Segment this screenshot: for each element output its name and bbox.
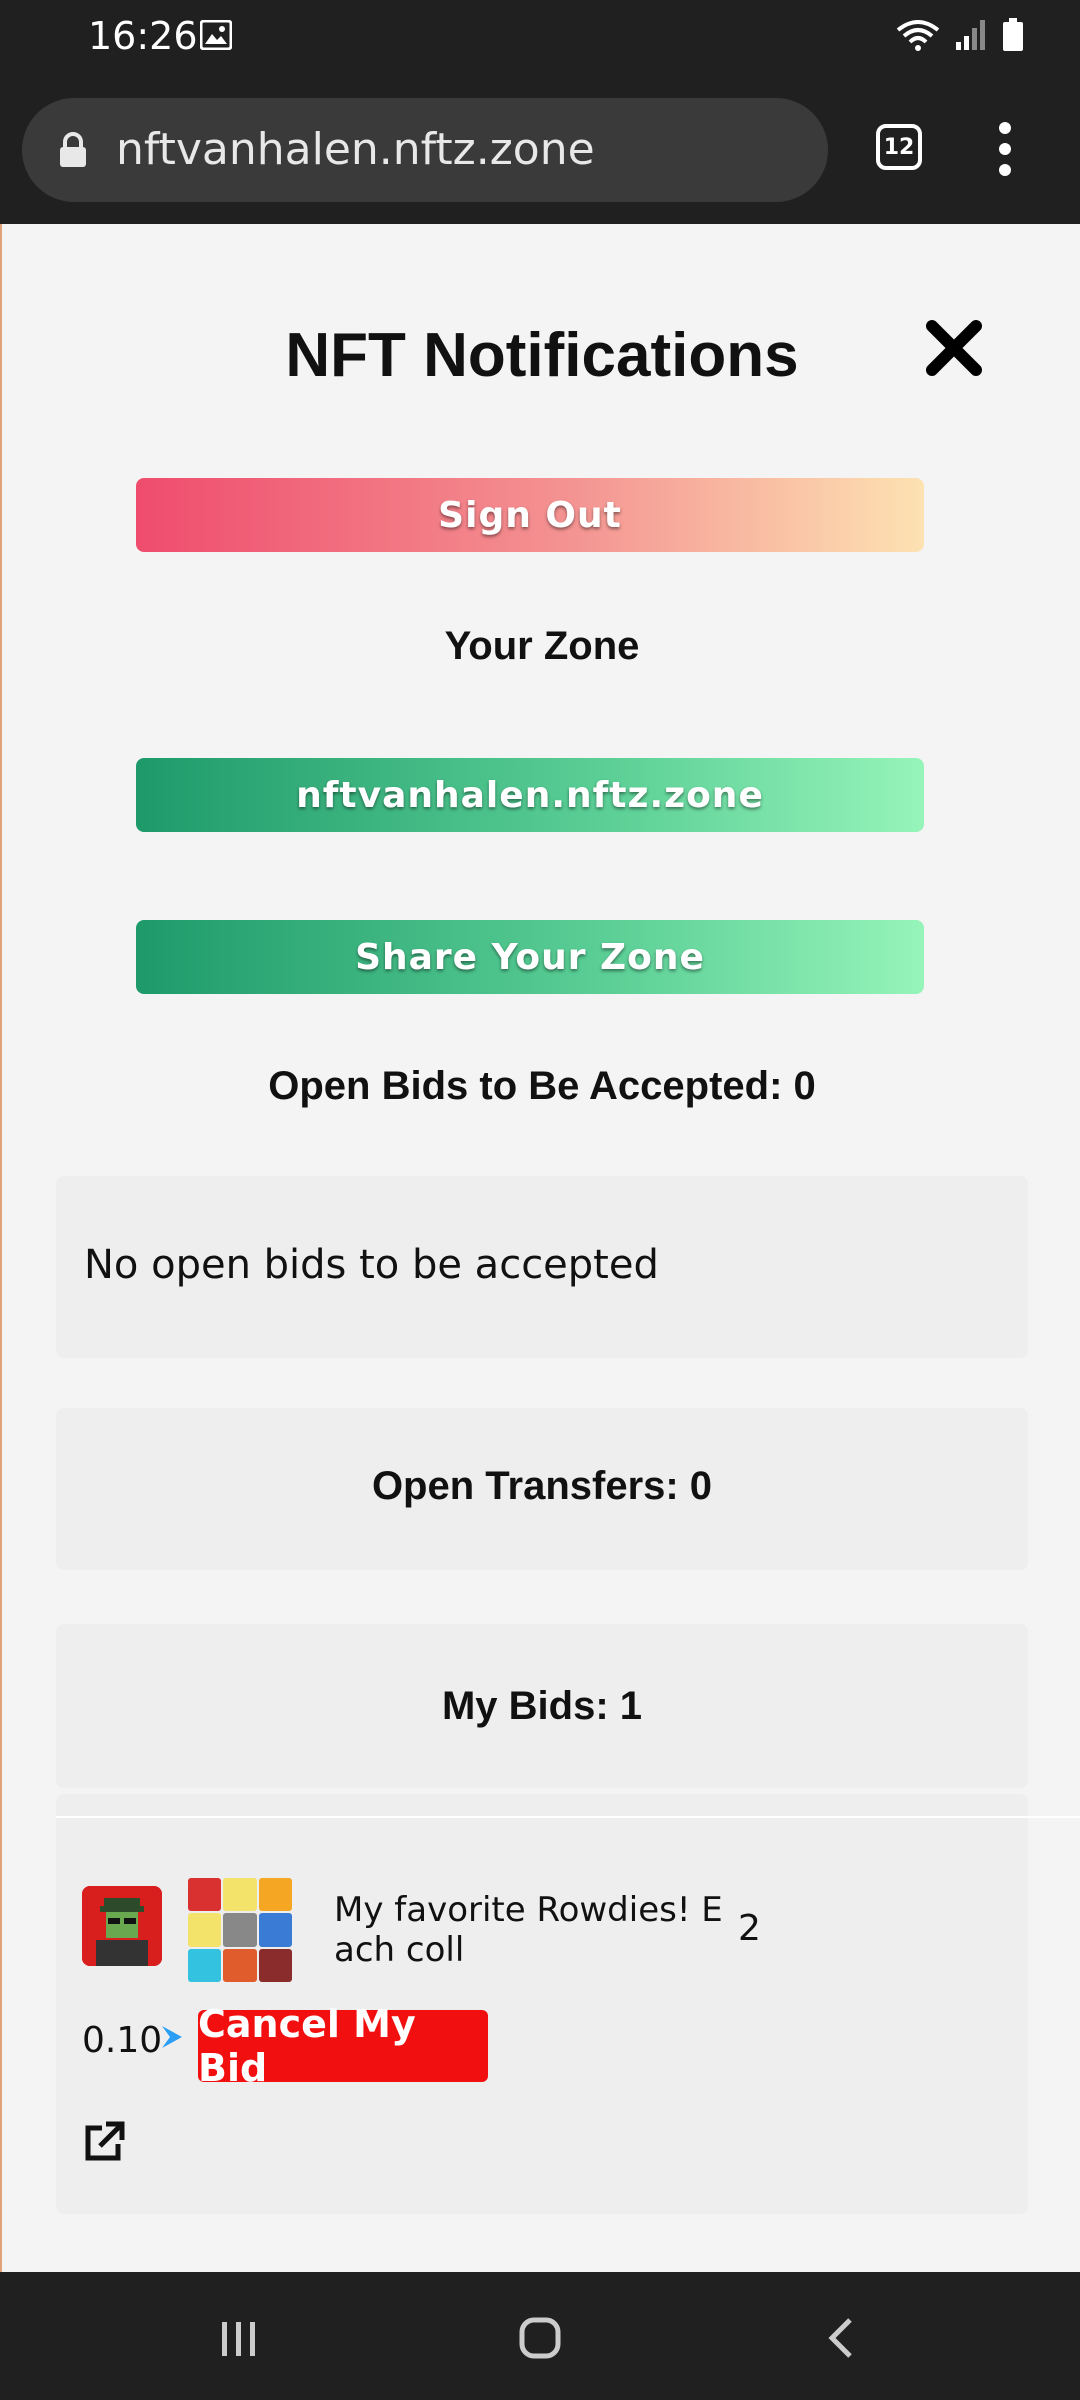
status-bar: 16:26 [0, 0, 1080, 80]
address-bar[interactable]: nftvanhalen.nftz.zone [22, 98, 828, 202]
wifi-icon [896, 20, 940, 51]
url-text[interactable]: nftvanhalen.nftz.zone [116, 124, 595, 175]
bid-price: 0.10 [82, 2020, 163, 2061]
bid-count: 2 [738, 1908, 761, 1949]
nft-avatar[interactable] [82, 1886, 162, 1966]
battery-icon [1003, 18, 1023, 51]
gallery-icon [200, 20, 232, 50]
status-time: 16:26 [88, 14, 198, 58]
external-link-icon[interactable] [82, 2120, 126, 2164]
back-icon[interactable] [812, 2308, 872, 2368]
your-zone-heading: Your Zone [444, 624, 640, 668]
share-zone-button[interactable]: Share Your Zone [136, 920, 924, 994]
recents-icon[interactable] [208, 2308, 268, 2368]
notifications-page: NFT Notifications Sign Out Your Zone nft… [0, 224, 1080, 2272]
lock-icon [60, 132, 86, 167]
my-bids-panel: My Bids: 1 [56, 1624, 1028, 1788]
zone-link-button[interactable]: nftvanhalen.nftz.zone [136, 758, 924, 832]
open-transfers-heading: Open Transfers: 0 [371, 1464, 713, 1508]
page-title: NFT Notifications [285, 321, 799, 390]
browser-toolbar: nftvanhalen.nftz.zone 12 [0, 80, 1080, 224]
eth-icon [162, 2026, 182, 2048]
system-nav-bar [0, 2272, 1080, 2400]
open-bids-panel: No open bids to be accepted [56, 1176, 1028, 1358]
signal-icon [956, 20, 985, 50]
close-icon[interactable] [922, 316, 986, 380]
divider [56, 1816, 1080, 1818]
sign-out-button[interactable]: Sign Out [136, 478, 924, 552]
bid-description: My favorite Rowdies! Each coll [334, 1890, 723, 1970]
collection-thumbnail[interactable] [188, 1878, 292, 1982]
cancel-bid-button[interactable]: Cancel My Bid [198, 2002, 488, 2090]
home-icon[interactable] [510, 2308, 570, 2368]
more-vert-icon[interactable] [990, 122, 1020, 182]
open-transfers-panel: Open Transfers: 0 [56, 1408, 1028, 1570]
my-bids-heading: My Bids: 1 [441, 1684, 643, 1728]
open-bids-heading: Open Bids to Be Accepted: 0 [268, 1064, 816, 1108]
no-open-bids-text: No open bids to be accepted [84, 1242, 659, 1288]
tabs-icon[interactable]: 12 [876, 124, 922, 170]
bid-card: My favorite Rowdies! Each coll 2 0.10 Ca… [56, 1794, 1028, 2214]
